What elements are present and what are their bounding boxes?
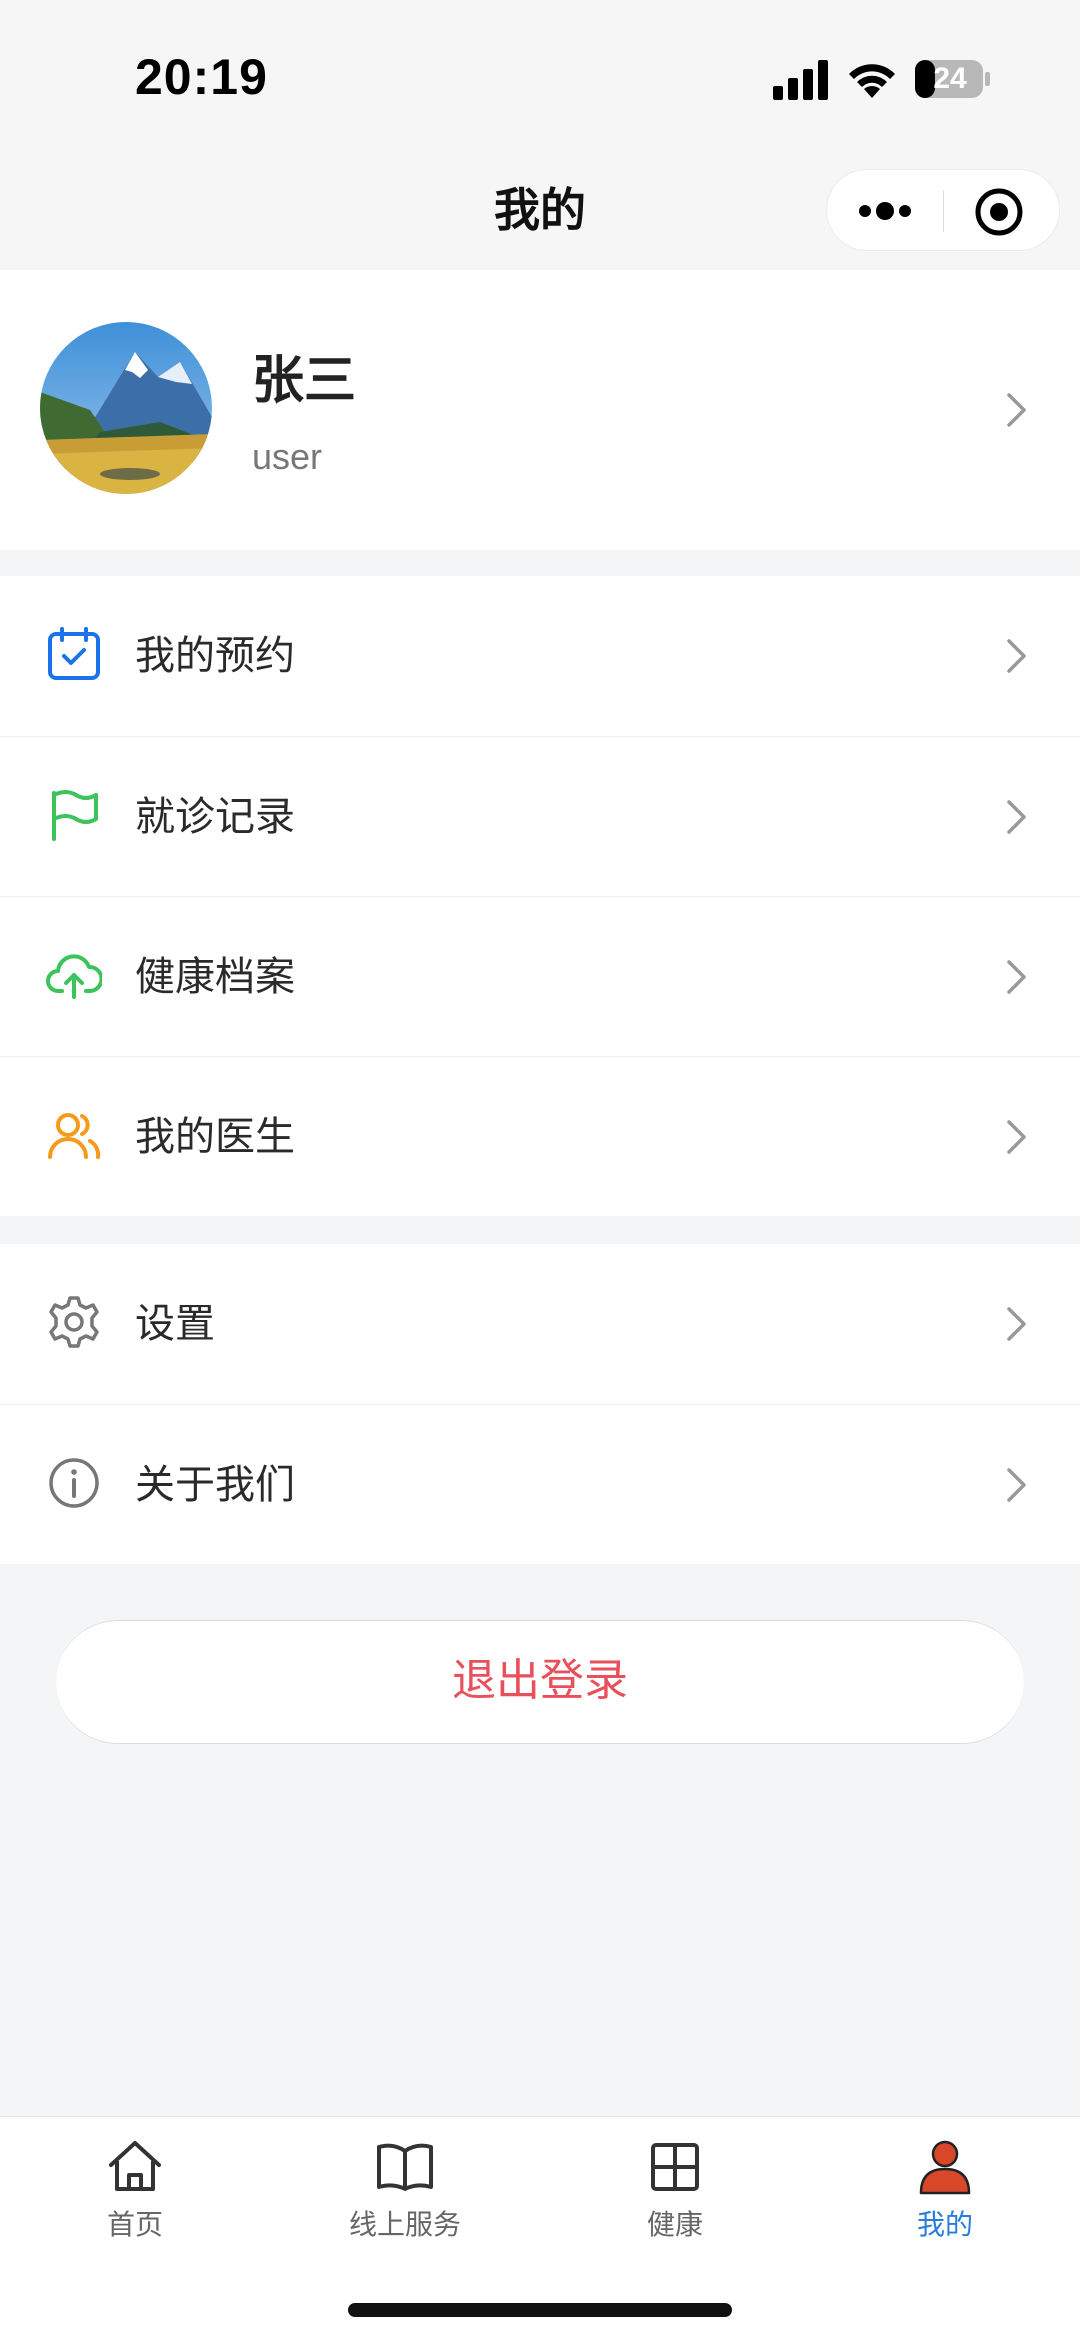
calendar-check-icon [48, 627, 100, 680]
tab-label: 线上服务 [348, 2208, 461, 2241]
avatar[interactable] [40, 322, 212, 494]
tab-label: 首页 [106, 2208, 163, 2241]
tab-mine[interactable]: 我的 [810, 2117, 1080, 2257]
cellular-signal-icon [773, 60, 828, 100]
chevron-right-icon [1007, 393, 1026, 427]
chevron-right-icon [1007, 1120, 1026, 1154]
menu-label: 设置 [135, 1301, 215, 1347]
profile-name: 张三 [252, 351, 357, 411]
more-icon[interactable] [857, 190, 913, 232]
tab-home[interactable]: 首页 [0, 2117, 270, 2257]
status-time: 20:19 [135, 49, 268, 105]
home-indicator [348, 2303, 732, 2317]
menu-group-services: 我的预约 就诊记录 健康档案 我的医生 [0, 576, 1080, 1216]
chevron-right-icon [1007, 639, 1026, 673]
flag-icon [52, 790, 98, 841]
home-icon [109, 2141, 161, 2191]
profile-card[interactable]: 张三 user [0, 270, 1080, 550]
chevron-right-icon [1007, 960, 1026, 994]
menu-item-settings[interactable]: 设置 [0, 1244, 1080, 1404]
menu-item-visit-records[interactable]: 就诊记录 [0, 736, 1080, 896]
tab-label: 健康 [646, 2208, 703, 2241]
status-bar: 20:19 24 [0, 0, 1080, 160]
logout-button[interactable]: 退出登录 [56, 1620, 1024, 1744]
close-target-icon[interactable] [975, 188, 1023, 236]
nav-bar: 我的 [0, 160, 1080, 270]
miniprogram-capsule [826, 169, 1060, 251]
menu-label: 我的医生 [135, 1114, 295, 1160]
profile-username: user [252, 436, 323, 477]
capsule-divider [943, 190, 944, 232]
menu-item-about-us[interactable]: 关于我们 [0, 1404, 1080, 1564]
info-icon [49, 1458, 99, 1508]
chevron-right-icon [1007, 1307, 1026, 1341]
menu-item-my-doctors[interactable]: 我的医生 [0, 1056, 1080, 1216]
wifi-icon [849, 64, 895, 98]
menu-item-health-records[interactable]: 健康档案 [0, 896, 1080, 1056]
users-icon [48, 1113, 101, 1159]
cloud-upload-icon [46, 954, 102, 999]
menu-label: 健康档案 [135, 954, 295, 1000]
gear-icon [49, 1296, 99, 1348]
grid-icon [651, 2143, 699, 2191]
menu-group-settings: 设置 关于我们 [0, 1244, 1080, 1564]
tab-label: 我的 [916, 2208, 973, 2241]
menu-label: 我的预约 [135, 633, 295, 679]
menu-label: 就诊记录 [135, 794, 295, 840]
menu-item-appointments[interactable]: 我的预约 [0, 576, 1080, 736]
tab-online-services[interactable]: 线上服务 [270, 2117, 540, 2257]
book-icon [377, 2143, 433, 2191]
user-icon [919, 2140, 971, 2195]
menu-label: 关于我们 [135, 1462, 295, 1508]
chevron-right-icon [1007, 800, 1026, 834]
chevron-right-icon [1007, 1468, 1026, 1502]
avatar-image [40, 322, 212, 494]
battery-level: 24 [933, 62, 967, 95]
tab-health[interactable]: 健康 [540, 2117, 810, 2257]
